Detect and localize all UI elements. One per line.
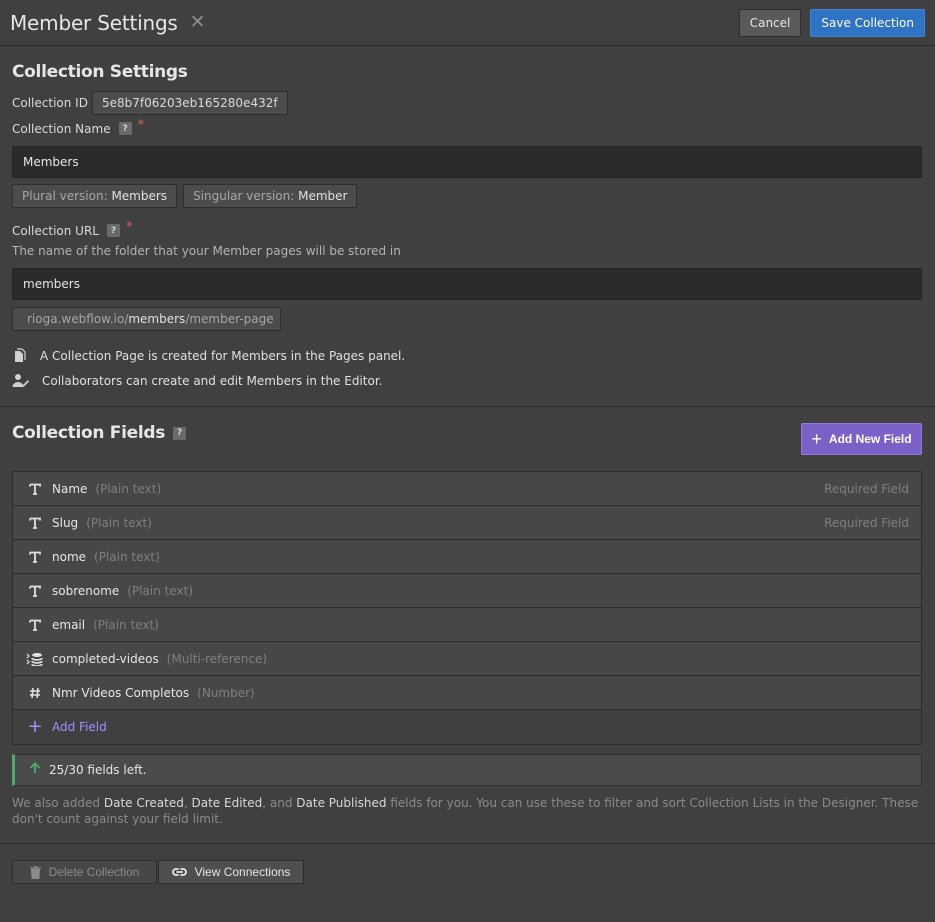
field-required: Required Field: [824, 481, 909, 496]
url-preview-row: rioga.webflow.io/members/member-page: [12, 307, 922, 331]
note-date-edited: Date Edited: [191, 796, 263, 810]
text-icon: [25, 585, 45, 597]
plural-version-value: Members: [111, 189, 168, 203]
arrow-up-icon: [29, 762, 41, 778]
field-row-sobrenome[interactable]: sobrenome (Plain text): [13, 574, 921, 608]
field-type: (Number): [197, 685, 255, 700]
field-type: (Plain text): [93, 617, 159, 632]
fields-left-banner: 25/30 fields left.: [12, 754, 922, 786]
singular-version-label: Singular version:: [193, 189, 295, 203]
collection-url-input[interactable]: members: [12, 268, 922, 300]
add-field-row[interactable]: + Add Field: [13, 710, 921, 744]
help-icon[interactable]: ?: [118, 122, 132, 135]
singular-version-chip[interactable]: Singular version: Member: [183, 184, 358, 208]
plural-version-label: Plural version:: [22, 189, 108, 203]
collaborator-edit-icon: [12, 374, 30, 387]
field-name: Nmr Videos Completos: [52, 685, 190, 700]
field-row-nome[interactable]: nome (Plain text): [13, 540, 921, 574]
link-icon: [171, 868, 187, 876]
field-type: (Plain text): [86, 515, 152, 530]
number-icon: [25, 687, 45, 699]
text-icon: [25, 551, 45, 563]
field-type: (Plain text): [94, 549, 160, 564]
add-new-field-label: Add New Field: [828, 432, 912, 446]
text-icon: [25, 517, 45, 529]
url-suffix: /member-page: [185, 312, 274, 326]
close-icon[interactable]: ✕: [190, 13, 206, 32]
field-type: (Multi-reference): [166, 651, 268, 666]
collection-id-label: Collection ID: [12, 96, 88, 110]
collection-settings-heading: Collection Settings: [12, 62, 188, 82]
collection-url-hint: The name of the folder that your Member …: [12, 244, 401, 258]
url-preview-chip[interactable]: rioga.webflow.io/members/member-page: [12, 307, 281, 331]
plural-version-chip[interactable]: Plural version: Members: [12, 184, 178, 208]
note-date-created: Date Created: [103, 796, 184, 810]
multi-reference-icon: [25, 652, 45, 666]
header-actions: Cancel Save Collection: [738, 8, 925, 37]
add-field-label: Add Field: [52, 720, 107, 734]
help-icon[interactable]: ?: [173, 426, 187, 440]
note-text: ,: [183, 796, 192, 810]
section-divider: [0, 406, 935, 407]
field-required: Required Field: [824, 515, 909, 530]
url-slug: members: [128, 312, 186, 326]
fields-left-text: 25/30 fields left.: [49, 763, 147, 777]
collection-url-input-wrap: members: [12, 268, 922, 300]
plus-icon: +: [811, 429, 822, 449]
required-asterisk: *: [137, 118, 145, 133]
trash-icon: [29, 865, 41, 879]
modal-header: Member Settings ✕ Cancel Save Collection: [0, 0, 935, 46]
text-icon: [25, 483, 45, 495]
field-row-completed-videos[interactable]: completed-videos (Multi-reference): [13, 642, 921, 676]
collection-id-row: Collection ID 5e8b7f06203eb165280e432f: [12, 91, 922, 115]
text-icon: [25, 619, 45, 631]
collection-fields-heading-row: Collection Fields ?: [12, 423, 187, 443]
info-pages-text: A Collection Page is created for Members…: [40, 349, 406, 363]
system-fields-note: We also added Date Created, Date Edited,…: [12, 795, 924, 827]
footer-divider: [0, 843, 935, 844]
plus-icon: +: [27, 716, 43, 737]
field-name: nome: [52, 549, 87, 564]
collection-url-label-row: Collection URL ? *: [12, 220, 922, 238]
delete-collection-button[interactable]: Delete Collection: [12, 860, 157, 884]
field-row-slug[interactable]: Slug (Plain text) Required Field: [13, 506, 921, 540]
collection-fields-heading: Collection Fields: [12, 423, 166, 443]
add-new-field-button[interactable]: + Add New Field: [801, 423, 922, 455]
collection-name-label-row: Collection Name ? *: [12, 118, 922, 136]
info-editor-text: Collaborators can create and edit Member…: [42, 374, 383, 388]
info-editor-row: Collaborators can create and edit Member…: [12, 371, 922, 391]
collection-name-input[interactable]: Members: [12, 146, 922, 178]
field-row-email[interactable]: email (Plain text): [13, 608, 921, 642]
field-row-nmr-videos-completos[interactable]: Nmr Videos Completos (Number): [13, 676, 921, 710]
field-row-name[interactable]: Name (Plain text) Required Field: [13, 472, 921, 506]
field-name: email: [52, 617, 86, 632]
required-asterisk: *: [125, 220, 133, 235]
save-collection-button[interactable]: Save Collection: [810, 8, 925, 37]
collection-name-label: Collection Name: [12, 121, 111, 136]
field-name: Slug: [52, 515, 79, 530]
note-date-published: Date Published: [296, 796, 387, 810]
collection-url-label: Collection URL: [12, 223, 99, 238]
help-icon[interactable]: ?: [106, 224, 120, 237]
fields-list: Name (Plain text) Required Field Slug (P…: [12, 471, 922, 745]
field-type: (Plain text): [95, 481, 162, 496]
cancel-button[interactable]: Cancel: [738, 8, 802, 37]
name-versions-row: Plural version: Members Singular version…: [12, 184, 922, 208]
url-domain: rioga.webflow.io/: [27, 312, 129, 326]
note-text: We also added: [12, 796, 104, 810]
field-name: sobrenome: [52, 583, 120, 598]
modal-title: Member Settings: [10, 10, 178, 35]
delete-collection-label: Delete Collection: [48, 865, 140, 879]
info-pages-row: A Collection Page is created for Members…: [12, 346, 922, 366]
collection-id-value[interactable]: 5e8b7f06203eb165280e432f: [91, 91, 288, 115]
collection-name-input-wrap: Members: [12, 146, 922, 178]
field-name: completed-videos: [52, 651, 159, 666]
view-connections-button[interactable]: View Connections: [158, 860, 304, 884]
singular-version-value: Member: [298, 189, 348, 203]
field-name: Name: [52, 481, 88, 496]
note-text: , and: [262, 796, 297, 810]
field-type: (Plain text): [127, 583, 194, 598]
pages-icon: [15, 348, 26, 362]
view-connections-label: View Connections: [194, 865, 291, 879]
